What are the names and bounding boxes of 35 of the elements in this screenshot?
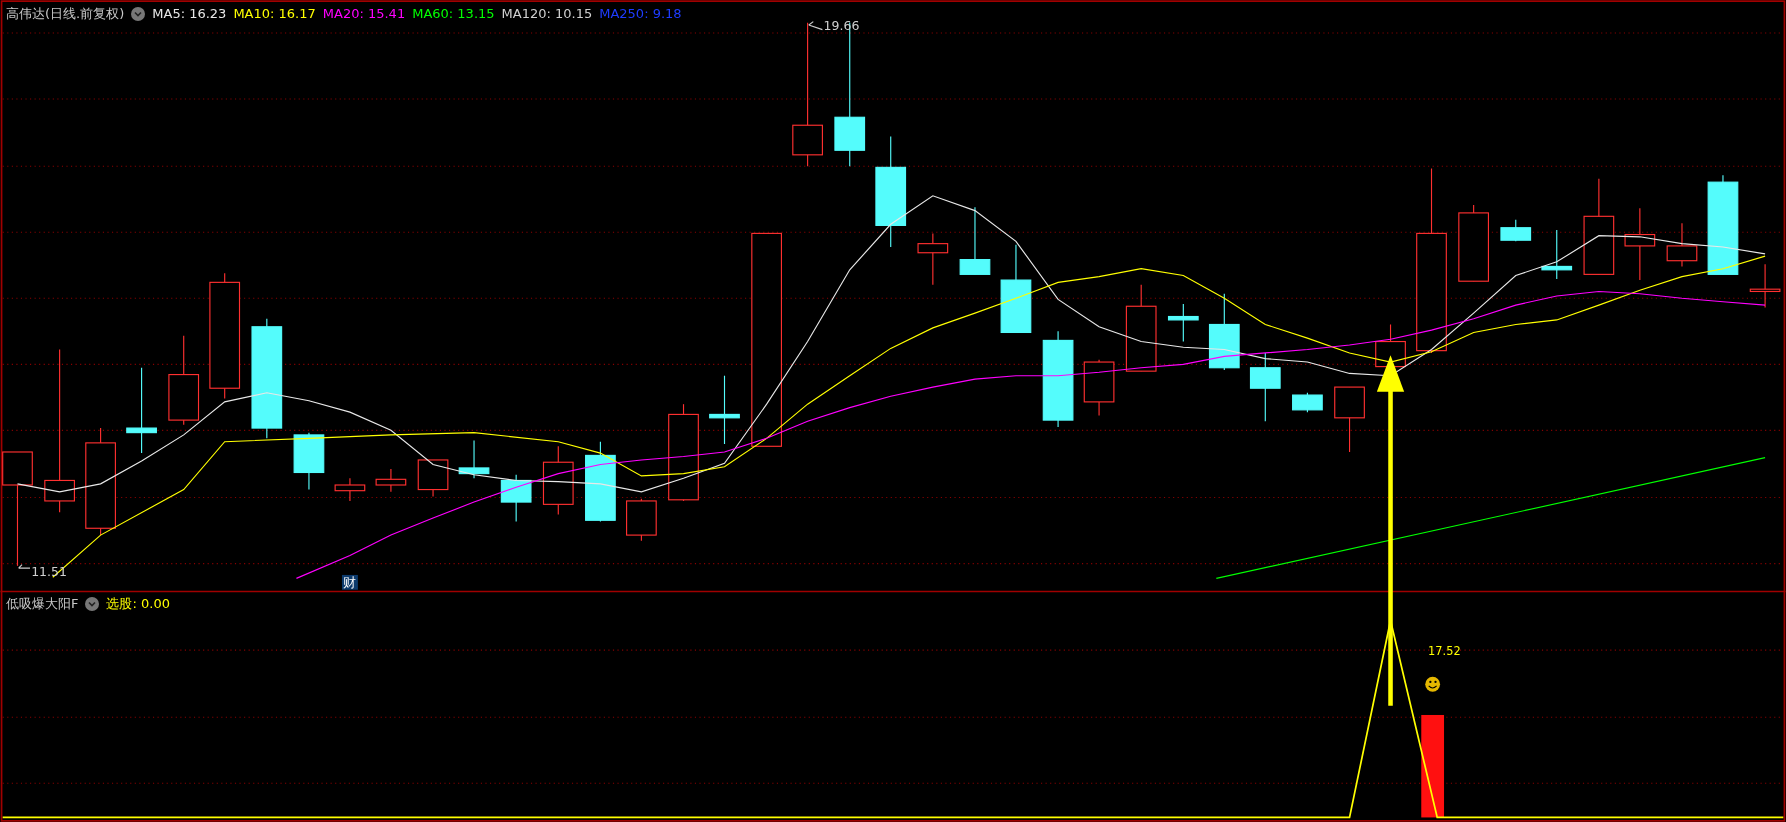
candlestick — [1666, 222, 1698, 267]
candlestick — [1083, 359, 1115, 417]
candlestick — [917, 232, 949, 286]
candlestick — [1749, 263, 1781, 308]
chart-title: 高伟达(日线.前复权) — [6, 5, 125, 23]
indicator-value: MA120: 10.15 — [501, 5, 593, 23]
candlestick — [1167, 303, 1199, 343]
indicator-value: MA5: 16.23 — [152, 5, 227, 23]
indicator-value: MA10: 16.17 — [233, 5, 316, 23]
indicator-value: MA20: 15.41 — [322, 5, 406, 23]
event-marker: 财 — [341, 574, 358, 591]
candlestick — [375, 468, 407, 493]
candlestick — [334, 477, 366, 502]
candlestick — [542, 445, 574, 516]
candlestick — [1541, 229, 1573, 280]
candlestick — [959, 206, 991, 275]
signal-value: 17.52 — [1428, 643, 1461, 658]
chevron-down-icon[interactable] — [131, 6, 146, 21]
candlestick — [458, 440, 490, 479]
chart-title: 低吸爆大阳F — [6, 595, 79, 613]
indicator-value: MA250: 9.18 — [599, 5, 682, 23]
smiley-icon — [1425, 676, 1441, 692]
candlestick — [500, 474, 532, 522]
indicator-value: 选股: 0.00 — [106, 595, 170, 613]
candlestick — [417, 459, 449, 497]
candlestick — [1500, 219, 1532, 242]
candlestick — [1292, 392, 1323, 413]
candlestick — [293, 432, 325, 491]
indicator-value: MA60: 13.15 — [412, 5, 495, 23]
candlestick — [709, 375, 740, 445]
candlestick — [626, 498, 657, 542]
candlestick — [1334, 386, 1365, 453]
candlestick — [1249, 352, 1281, 422]
chevron-down-icon[interactable] — [85, 596, 100, 611]
candlestick — [1375, 323, 1406, 368]
